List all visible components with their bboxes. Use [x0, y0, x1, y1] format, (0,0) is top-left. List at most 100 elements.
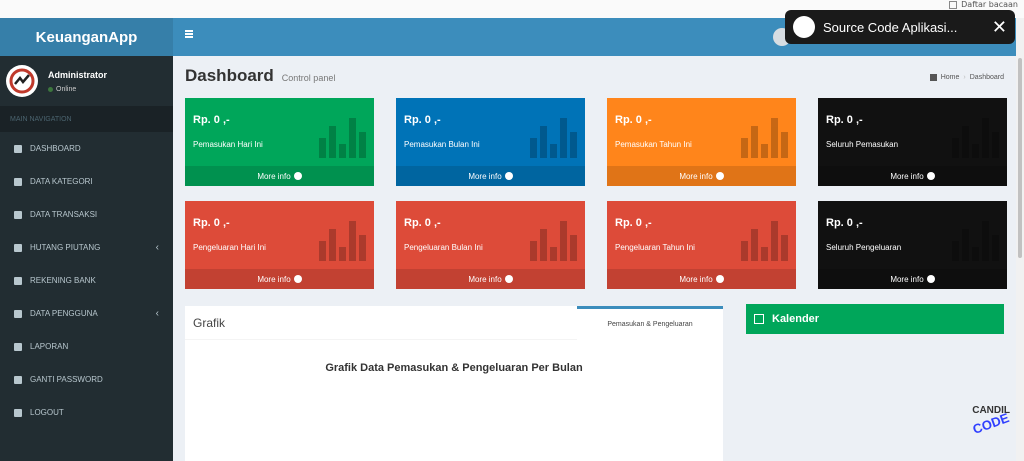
- folder-icon: [14, 210, 22, 219]
- kalender-panel-header[interactable]: Kalender: [746, 304, 1004, 334]
- grafik-panel: Grafik Pemasukan & Pengeluaran Grafik Da…: [185, 304, 723, 461]
- sidebar-item-label: GANTI PASSWORD: [30, 375, 103, 384]
- info-box: Rp. 0 ,- Seluruh Pengeluaran More info: [818, 201, 1007, 289]
- kalender-title: Kalender: [772, 313, 820, 325]
- bar-chart-icon: [741, 221, 788, 261]
- sidebar-item-label: HUTANG PIUTANG: [30, 243, 101, 252]
- box-amount: Rp. 0 ,-: [826, 217, 863, 229]
- home-icon: [929, 74, 937, 81]
- arrow-circle-right-icon: [715, 172, 724, 180]
- info-box: Rp. 0 ,- Pengeluaran Hari Ini More info: [185, 201, 374, 289]
- more-info-link[interactable]: More info: [818, 166, 1007, 186]
- brand-name: KeuanganApp: [35, 28, 138, 46]
- sidebar-toggle-button[interactable]: [185, 30, 193, 38]
- sidebar-item-label: REKENING BANK: [30, 276, 96, 285]
- box-amount: Rp. 0 ,-: [193, 114, 230, 126]
- breadcrumb-current: Dashboard: [969, 74, 1004, 81]
- box-amount: Rp. 0 ,-: [615, 217, 652, 229]
- bank-icon: [14, 276, 22, 285]
- avatar: [6, 65, 38, 97]
- sign-out-icon: [14, 408, 22, 417]
- more-info-link[interactable]: More info: [818, 269, 1007, 289]
- bar-chart-icon: [319, 118, 366, 158]
- sidebar-item-dashboard[interactable]: DASHBOARD: [0, 132, 173, 165]
- sidebar-item-label: LOGOUT: [30, 408, 64, 417]
- more-info-link[interactable]: More info: [396, 166, 585, 186]
- sidebar-item-label: DASHBOARD: [30, 144, 81, 153]
- box-label: Seluruh Pemasukan: [826, 140, 899, 149]
- watermark-logo: CANDIL CODE: [970, 405, 1012, 437]
- sidebar-item-label: DATA PENGGUNA: [30, 309, 98, 318]
- more-info-link[interactable]: More info: [607, 166, 796, 186]
- info-box: Rp. 0 ,- Pengeluaran Bulan Ini More info: [396, 201, 585, 289]
- more-info-link[interactable]: More info: [607, 269, 796, 289]
- box-label: Pemasukan Hari Ini: [193, 140, 263, 149]
- info-box: Rp. 0 ,- Pemasukan Bulan Ini More info: [396, 98, 585, 186]
- video-overlay[interactable]: Source Code Aplikasi... ✕: [785, 10, 1015, 44]
- more-info-link[interactable]: More info: [185, 269, 374, 289]
- bar-chart-icon: [741, 118, 788, 158]
- page-subtitle: Control panel: [281, 73, 336, 83]
- bar-chart-icon: [952, 221, 999, 261]
- hand-icon: [14, 243, 22, 252]
- reading-list-icon: [949, 0, 958, 9]
- chevron-left-icon: ‹: [155, 308, 159, 319]
- online-dot-icon: [48, 86, 53, 92]
- info-box: Rp. 0 ,- Pengeluaran Tahun Ini More info: [607, 201, 796, 289]
- grafik-title: Grafik: [193, 315, 226, 330]
- box-label: Seluruh Pengeluaran: [826, 243, 902, 252]
- breadcrumb-home[interactable]: Home: [941, 74, 960, 81]
- close-icon[interactable]: ✕: [992, 17, 1007, 38]
- dashboard-icon: [14, 144, 22, 153]
- arrow-circle-right-icon: [715, 275, 724, 283]
- box-amount: Rp. 0 ,-: [193, 217, 230, 229]
- bar-chart-icon: [530, 118, 577, 158]
- arrow-circle-right-icon: [926, 172, 935, 180]
- folder-icon: [14, 177, 22, 186]
- more-info-link[interactable]: More info: [396, 269, 585, 289]
- box-label: Pemasukan Bulan Ini: [404, 140, 480, 149]
- more-info-link[interactable]: More info: [185, 166, 374, 186]
- sidebar-item-data-pengguna[interactable]: DATA PENGGUNA ‹: [0, 297, 173, 330]
- users-icon: [14, 309, 22, 318]
- main-content: Dashboard Control panel Home › Dashboard…: [173, 56, 1024, 461]
- chart-title: Grafik Data Pemasukan & Pengeluaran Per …: [325, 362, 583, 374]
- tab-pemasukan-pengeluaran[interactable]: Pemasukan & Pengeluaran: [577, 305, 723, 340]
- sidebar-item-label: DATA TRANSAKSI: [30, 210, 98, 219]
- info-box: Rp. 0 ,- Pemasukan Hari Ini More info: [185, 98, 374, 186]
- file-icon: [14, 342, 22, 351]
- brand-logo[interactable]: KeuanganApp: [0, 18, 173, 56]
- arrow-circle-right-icon: [926, 275, 935, 283]
- reading-list-label: Daftar bacaan: [961, 0, 1018, 9]
- box-amount: Rp. 0 ,-: [404, 217, 441, 229]
- sidebar-item-label: DATA KATEGORI: [30, 177, 93, 186]
- bar-chart-icon: [530, 221, 577, 261]
- lock-icon: [14, 375, 22, 384]
- reading-list-link[interactable]: Daftar bacaan: [949, 0, 1018, 9]
- box-label: Pengeluaran Bulan Ini: [404, 243, 483, 252]
- sidebar-item-logout[interactable]: LOGOUT: [0, 396, 173, 429]
- sidebar-item-rekening-bank[interactable]: REKENING BANK: [0, 264, 173, 297]
- box-label: Pengeluaran Hari Ini: [193, 243, 266, 252]
- nav-header: MAIN NAVIGATION: [0, 106, 173, 132]
- info-box: Rp. 0 ,- Pemasukan Tahun Ini More info: [607, 98, 796, 186]
- sidebar-item-label: LAPORAN: [30, 342, 69, 351]
- arrow-circle-right-icon: [293, 172, 302, 180]
- bar-chart-icon: [319, 221, 366, 261]
- arrow-circle-right-icon: [504, 275, 513, 283]
- box-label: Pengeluaran Tahun Ini: [615, 243, 695, 252]
- box-amount: Rp. 0 ,-: [826, 114, 863, 126]
- video-title: Source Code Aplikasi...: [823, 19, 958, 35]
- sidebar-item-data-kategori[interactable]: DATA KATEGORI: [0, 165, 173, 198]
- arrow-circle-right-icon: [293, 275, 302, 283]
- channel-avatar: [793, 16, 815, 38]
- sidebar-item-ganti-password[interactable]: GANTI PASSWORD: [0, 363, 173, 396]
- bar-chart-icon: [952, 118, 999, 158]
- sidebar-item-laporan[interactable]: LAPORAN: [0, 330, 173, 363]
- page-scrollbar[interactable]: [1016, 18, 1024, 461]
- breadcrumb: Home › Dashboard: [929, 74, 1004, 81]
- box-amount: Rp. 0 ,-: [615, 114, 652, 126]
- sidebar-item-hutang-piutang[interactable]: HUTANG PIUTANG ‹: [0, 231, 173, 264]
- sidebar-item-data-transaksi[interactable]: DATA TRANSAKSI: [0, 198, 173, 231]
- chevron-left-icon: ‹: [155, 242, 159, 253]
